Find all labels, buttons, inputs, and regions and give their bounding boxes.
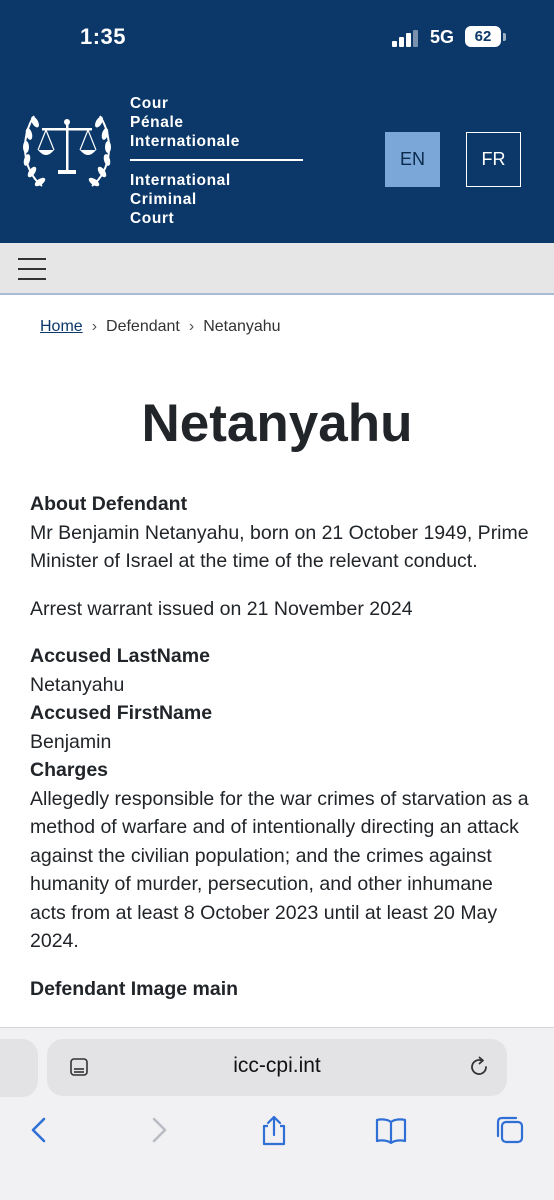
defendant-details: About Defendant Mr Benjamin Netanyahu, b… — [30, 490, 530, 1003]
language-fr-button[interactable]: FR — [466, 132, 521, 187]
breadcrumb-home-link[interactable]: Home — [40, 318, 83, 335]
battery-tip — [503, 33, 506, 41]
brand-line-fr-2: Pénale — [130, 114, 184, 131]
warrant-text: Arrest warrant issued on 21 November 202… — [30, 597, 413, 620]
breadcrumb: Home › Defendant › Netanyahu — [40, 318, 281, 336]
breadcrumb-separator: › — [91, 318, 98, 335]
lastname-value: Netanyahu — [30, 673, 125, 696]
about-text: Mr Benjamin Netanyahu, born on 21 Octobe… — [30, 521, 529, 573]
brand-line-en-3: Court — [130, 210, 175, 227]
network-type: 5G — [430, 27, 455, 47]
brand-line-fr-1: Cour — [130, 95, 169, 112]
brand-line-en-2: Criminal — [130, 191, 197, 208]
charges-text: Allegedly responsible for the war crimes… — [30, 787, 529, 953]
browser-toolbar: icc-cpi.int — [0, 1027, 554, 1200]
battery-icon: 62 — [465, 26, 501, 47]
back-icon[interactable] — [24, 1114, 58, 1146]
brand-line-fr-3: Internationale — [130, 133, 241, 150]
forward-icon[interactable] — [140, 1114, 174, 1146]
firstname-label: Accused FirstName — [30, 702, 213, 724]
brand-name[interactable]: Cour Pénale Internationale International… — [130, 94, 303, 228]
charges-label: Charges — [30, 759, 109, 781]
page-title: Netanyahu — [141, 394, 413, 453]
about-label: About Defendant — [30, 493, 188, 515]
image-label: Defendant Image main — [30, 977, 239, 1000]
lastname-label: Accused LastName — [30, 645, 210, 667]
brand-line-en-1: International — [130, 172, 231, 189]
status-time: 1:35 — [80, 24, 127, 49]
status-bar: 1:35 5G 62 — [0, 0, 554, 70]
firstname-value: Benjamin — [30, 730, 112, 753]
share-icon[interactable] — [257, 1114, 291, 1146]
url-text[interactable]: icc-cpi.int — [47, 1054, 507, 1078]
previous-tab-preview[interactable] — [0, 1039, 38, 1097]
breadcrumb-current: Netanyahu — [203, 318, 281, 335]
hamburger-menu-icon[interactable] — [18, 257, 46, 281]
reload-icon[interactable] — [467, 1055, 491, 1079]
menu-bar — [0, 243, 554, 295]
breadcrumb-section[interactable]: Defendant — [106, 318, 180, 335]
site-header: 1:35 5G 62 Cour Pénale Internationale In… — [0, 0, 554, 243]
brand-divider — [130, 159, 303, 161]
breadcrumb-separator: › — [188, 318, 195, 335]
language-en-button[interactable]: EN — [385, 132, 440, 187]
tabs-icon[interactable] — [493, 1114, 527, 1146]
bookmarks-icon[interactable] — [374, 1114, 408, 1146]
cellular-signal-icon — [392, 30, 420, 47]
icc-scales-logo-icon[interactable] — [20, 108, 114, 192]
address-bar[interactable]: icc-cpi.int — [47, 1039, 507, 1096]
